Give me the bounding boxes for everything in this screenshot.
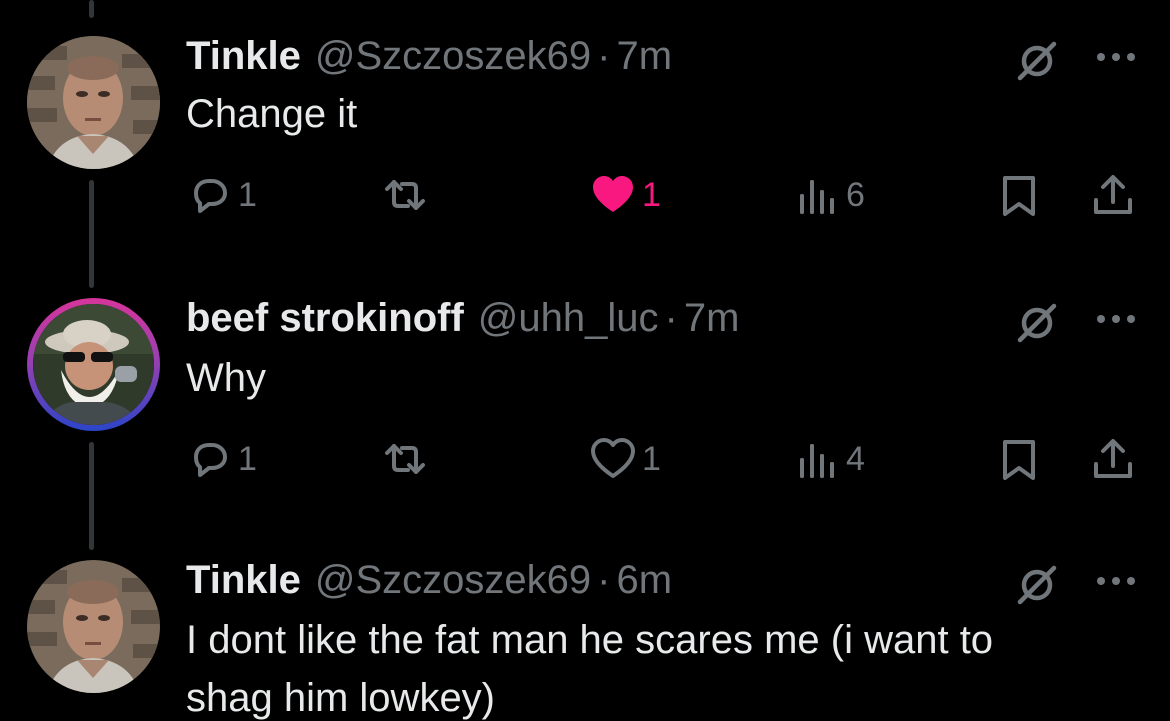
avatar[interactable] [27, 298, 160, 431]
share-icon [1094, 175, 1132, 214]
retweet-button[interactable] [382, 170, 428, 220]
bookmark-button[interactable] [996, 170, 1042, 220]
avatar-image-frame [33, 304, 154, 425]
tweet-header: Tinkle @Szczoszek69 · 7m [186, 34, 672, 80]
avatar-image [27, 560, 160, 693]
retweet-button[interactable] [382, 434, 428, 484]
like-button[interactable]: 1 [590, 434, 661, 484]
display-name[interactable]: Tinkle [186, 34, 301, 79]
retweet-icon [385, 180, 425, 210]
username-handle[interactable]: @Szczoszek69 [315, 558, 591, 603]
tweet-text-line-2: shag him lowkey) [186, 676, 496, 720]
views-icon [800, 180, 834, 214]
timestamp[interactable]: 6m [616, 558, 672, 603]
grok-icon[interactable] [1014, 562, 1060, 608]
avatar[interactable] [27, 36, 160, 169]
action-bar: 1 1 6 [0, 170, 1170, 220]
grok-icon[interactable] [1014, 38, 1060, 84]
bookmark-icon [1003, 440, 1035, 480]
like-count: 1 [642, 439, 661, 478]
more-icon[interactable] [1094, 574, 1138, 588]
share-button[interactable] [1090, 434, 1136, 484]
views-button[interactable]: 4 [794, 434, 865, 484]
like-button[interactable]: 1 [590, 170, 661, 220]
reply-icon [194, 443, 227, 477]
reply-count: 1 [238, 439, 257, 478]
more-icon[interactable] [1094, 312, 1138, 326]
tweet[interactable]: Tinkle @Szczoszek69 · 7m Change it 1 1 6 [0, 0, 1170, 270]
timestamp[interactable]: 7m [616, 34, 672, 79]
reply-button[interactable]: 1 [186, 170, 257, 220]
separator-dot: · [597, 34, 611, 78]
action-bar: 1 1 4 [0, 434, 1170, 484]
username-handle[interactable]: @uhh_luc [478, 296, 659, 341]
tweet[interactable]: beef strokinoff @uhh_luc · 7m Why 1 1 4 [0, 270, 1170, 540]
separator-dot: · [664, 296, 678, 340]
avatar-image [27, 36, 160, 169]
views-count: 4 [846, 439, 865, 478]
share-button[interactable] [1090, 170, 1136, 220]
reply-button[interactable]: 1 [186, 434, 257, 484]
separator-dot: · [597, 558, 611, 602]
avatar[interactable] [27, 560, 160, 693]
tweet[interactable]: Tinkle @Szczoszek69 · 6m I dont like the… [0, 540, 1170, 720]
like-icon [593, 176, 633, 212]
share-icon [1094, 439, 1132, 478]
display-name[interactable]: beef strokinoff [186, 296, 464, 341]
views-icon [800, 444, 834, 478]
username-handle[interactable]: @Szczoszek69 [315, 34, 591, 79]
avatar-image [33, 304, 154, 425]
tweet-header: beef strokinoff @uhh_luc · 7m [186, 296, 739, 342]
tweet-text: I dont like the fat man he scares me (i … [186, 618, 994, 662]
tweet-text: Why [186, 356, 266, 400]
reply-icon [194, 179, 227, 213]
display-name[interactable]: Tinkle [186, 558, 301, 603]
like-icon [591, 438, 635, 478]
tweet-header: Tinkle @Szczoszek69 · 6m [186, 558, 672, 604]
grok-icon[interactable] [1014, 300, 1060, 346]
views-count: 6 [846, 175, 865, 214]
tweet-text: Change it [186, 92, 358, 136]
like-count: 1 [642, 175, 661, 214]
bookmark-icon [1003, 176, 1035, 216]
timestamp[interactable]: 7m [684, 296, 740, 341]
more-icon[interactable] [1094, 50, 1138, 64]
views-button[interactable]: 6 [794, 170, 865, 220]
retweet-icon [385, 444, 425, 474]
bookmark-button[interactable] [996, 434, 1042, 484]
reply-count: 1 [238, 175, 257, 214]
